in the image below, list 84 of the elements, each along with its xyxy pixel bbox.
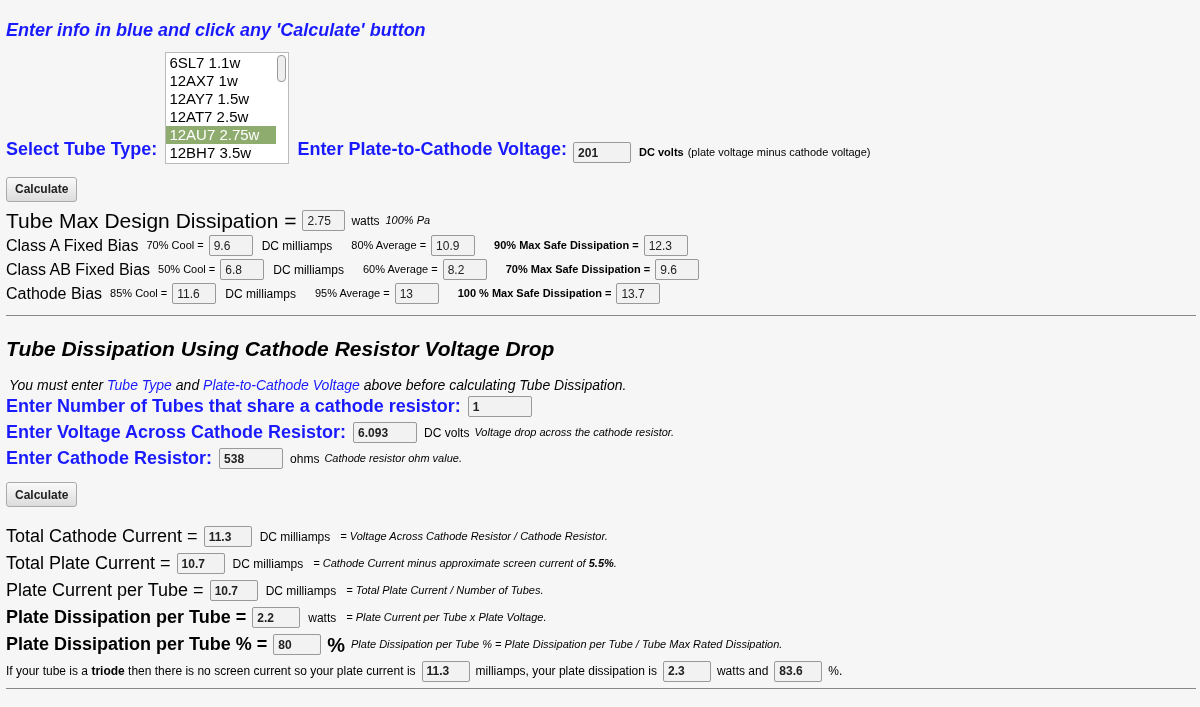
input-field[interactable]: 13.7 xyxy=(616,283,661,304)
calculate-button[interactable]: Calculate xyxy=(6,482,78,507)
field-label: Enter Plate-to-Cathode Voltage: xyxy=(297,138,568,161)
unit-label: DC volts xyxy=(424,424,470,442)
list-option[interactable]: 12AY7 1.5w xyxy=(166,90,277,108)
bias-label: Cathode Bias xyxy=(6,283,103,304)
result-label: Total Plate Current = xyxy=(6,552,171,575)
field-label: 60% Average = xyxy=(362,262,438,278)
triode-text: watts and xyxy=(716,663,769,680)
unit-label: ohms xyxy=(290,450,320,468)
triode-text: If your tube is a triode then there is no screen current so your plate current is xyxy=(6,663,416,680)
triode-text: %. xyxy=(828,663,843,680)
instruction-heading: Enter info in blue and click any 'Calculate' button xyxy=(6,19,427,42)
section-title: Tube Dissipation Using Cathode Resistor Voltage Drop xyxy=(6,335,556,362)
list-option[interactable]: 12AT7 2.5w xyxy=(166,108,277,126)
input-field[interactable]: 2.3 xyxy=(662,660,711,682)
unit-label: DC volts xyxy=(639,145,684,161)
input-field[interactable]: 12.3 xyxy=(643,235,688,256)
input-field[interactable]: 6.8 xyxy=(220,259,265,280)
field-label: Enter Voltage Across Cathode Resistor: xyxy=(6,421,347,444)
result-label: Total Cathode Current = xyxy=(6,525,198,548)
input-field[interactable]: 10.7 xyxy=(209,580,258,601)
list-option[interactable]: 12AX7 1w xyxy=(166,72,277,90)
input-field[interactable]: 11.3 xyxy=(421,660,470,682)
input-field[interactable]: 6.093 xyxy=(353,422,418,443)
list-option[interactable]: 6SL7 1.1w xyxy=(166,54,277,72)
input-field[interactable]: 10.7 xyxy=(176,553,225,574)
note-text: Voltage drop across the cathode resistor. xyxy=(474,425,675,441)
unit-label: % xyxy=(327,632,346,658)
unit-label: watts xyxy=(308,609,337,627)
formula-text: = Plate Current per Tube x Plate Voltage. xyxy=(346,610,547,626)
unit-label: DC milliamps xyxy=(225,285,296,303)
input-field[interactable]: 1 xyxy=(467,396,532,417)
input-field[interactable]: 11.6 xyxy=(172,283,217,304)
list-option[interactable]: 12BH7 3.5w xyxy=(166,144,277,162)
input-field[interactable]: 538 xyxy=(219,448,284,469)
field-label: 90% Max Safe Dissipation = xyxy=(494,238,639,254)
note-text: Cathode resistor ohm value. xyxy=(324,451,462,467)
formula-text: = Cathode Current minus approximate screen current of 5.5%. xyxy=(313,556,617,572)
input-field[interactable]: 2.2 xyxy=(252,607,301,628)
unit-label: DC milliamps xyxy=(265,582,337,600)
input-field[interactable]: 11.3 xyxy=(203,526,252,547)
input-field[interactable]: 9.6 xyxy=(655,259,700,280)
formula-text: Plate Dissipation per Tube % = Plate Dissipation per Tube / Tube Max Rated Dissipation. xyxy=(351,637,783,653)
input-field[interactable]: 10.9 xyxy=(431,235,476,256)
note-text: (plate voltage minus cathode voltage) xyxy=(687,145,871,161)
bias-label: Class AB Fixed Bias xyxy=(6,259,151,280)
note-text: 100% Pa xyxy=(385,213,431,229)
input-field[interactable]: 201 xyxy=(573,142,632,163)
unit-label: watts xyxy=(351,212,380,230)
formula-text: = Voltage Across Cathode Resistor / Cathode Resistor. xyxy=(340,529,608,545)
field-label: 70% Max Safe Dissipation = xyxy=(505,262,651,278)
triode-text: milliamps, your plate dissipation is xyxy=(475,663,657,680)
field-label: Select Tube Type: xyxy=(6,138,158,161)
input-field[interactable]: 2.75 xyxy=(302,210,346,231)
input-field[interactable]: 13 xyxy=(394,283,439,304)
result-label: Plate Current per Tube = xyxy=(6,579,204,602)
result-label: Tube Max Design Dissipation = xyxy=(6,207,297,234)
unit-label: DC milliamps xyxy=(232,555,304,573)
result-label: Plate Dissipation per Tube % = xyxy=(6,633,268,656)
field-label: 85% Cool = xyxy=(110,286,168,302)
link[interactable]: Tube Type xyxy=(107,376,172,393)
tube-type-list[interactable]: 6SL7 1.1w 12AX7 1w 12AY7 1.5w 12AT7 2.5w 12AU7 2.75w 12BH7 3.5w xyxy=(165,52,290,164)
formula-text: = Total Plate Current / Number of Tubes. xyxy=(346,583,544,599)
input-field[interactable]: 8.2 xyxy=(442,259,487,280)
unit-label: DC milliamps xyxy=(273,261,344,279)
field-label: Enter Cathode Resistor: xyxy=(6,447,213,470)
input-field[interactable]: 80 xyxy=(273,634,322,655)
calculate-button[interactable]: Calculate xyxy=(6,176,78,202)
input-field[interactable]: 83.6 xyxy=(774,660,823,682)
field-label: Enter Number of Tubes that share a cathode resistor: xyxy=(6,395,461,418)
bias-label: Class A Fixed Bias xyxy=(6,235,139,256)
instruction-text: You must enter Tube Type and Plate-to-Cathode Voltage above before calculating Tube Dissipation. xyxy=(9,375,628,394)
field-label: 50% Cool = xyxy=(158,262,216,278)
field-label: 100 % Max Safe Dissipation = xyxy=(457,286,612,302)
field-label: 70% Cool = xyxy=(146,238,204,254)
result-label: Plate Dissipation per Tube = xyxy=(6,606,247,629)
field-label: 80% Average = xyxy=(351,238,427,254)
scrollbar-thumb[interactable] xyxy=(277,55,287,82)
unit-label: DC milliamps xyxy=(259,528,331,546)
unit-label: DC milliamps xyxy=(261,237,333,255)
field-label: 95% Average = xyxy=(314,286,390,302)
input-field[interactable]: 9.6 xyxy=(208,235,253,256)
link[interactable]: Plate-to-Cathode Voltage xyxy=(203,376,360,393)
